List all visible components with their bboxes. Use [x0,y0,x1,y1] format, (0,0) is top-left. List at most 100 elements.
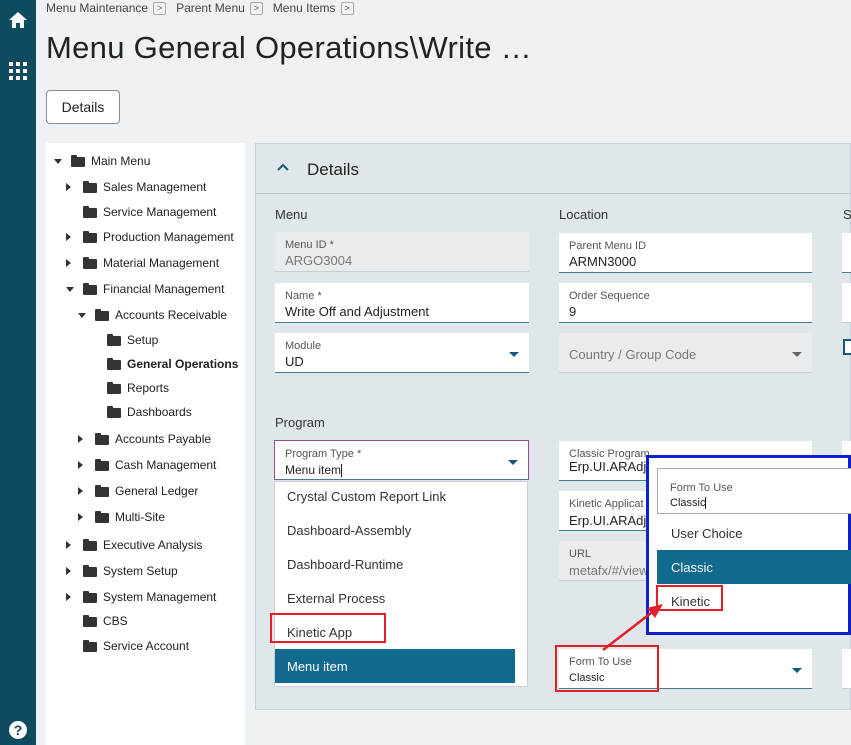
tree-item[interactable]: Multi-Site [46,509,245,525]
tree-item-label: System Management [103,590,217,604]
caret-right-icon[interactable] [66,259,71,267]
tree-item-label: Multi-Site [115,510,166,524]
program-type-option[interactable]: Dashboard-Runtime [275,547,515,581]
partial-field [842,233,851,273]
program-type-option[interactable]: Menu item [275,649,515,683]
section-menu: Menu [275,207,308,222]
parent-menu-id-field[interactable]: Parent Menu ID ARMN3000 [559,233,812,273]
folder-icon [83,283,97,295]
program-type-option[interactable]: Crystal Custom Report Link [275,479,515,513]
folder-icon [83,231,97,243]
apps-grid-icon[interactable] [0,62,36,80]
folder-icon [83,615,97,627]
tree-item-label: Financial Management [103,282,225,296]
tree-item-label: Accounts Payable [115,432,212,446]
tree-item-label: General Operations [127,357,239,371]
caret-right-icon[interactable] [78,435,83,443]
caret-right-icon[interactable] [78,487,83,495]
tree-item[interactable]: System Setup [46,563,245,579]
tree-item[interactable]: Cash Management [46,457,245,473]
order-sequence-field[interactable]: Order Sequence 9 [559,283,812,323]
program-type-option[interactable]: External Process [275,581,515,615]
name-field[interactable]: Name * Write Off and Adjustment [275,283,529,323]
folder-icon [83,206,97,218]
tree-item-label: Service Account [103,639,190,653]
home-icon[interactable] [0,10,36,30]
chevron-up-icon[interactable] [277,163,289,171]
country-group-code-select[interactable]: Country / Group Code [559,333,812,373]
folder-icon [107,382,121,394]
breadcrumb-parent-menu[interactable]: Parent Menu > [176,1,273,15]
details-button[interactable]: Details [46,90,120,124]
caret-right-icon[interactable] [66,183,71,191]
breadcrumb: Menu Maintenance > Parent Menu > Menu Item… [46,0,364,16]
page-title: Menu General Operations\Write … [46,30,532,65]
tree-item[interactable]: Reports [46,380,245,396]
section-location: Location [559,207,609,222]
caret-down-icon[interactable] [54,159,62,164]
help-icon[interactable]: ? [0,720,36,740]
tree-item[interactable]: Setup [46,332,245,348]
caret-right-icon[interactable] [78,513,83,521]
breadcrumb-menu-maintenance[interactable]: Menu Maintenance > [46,1,176,15]
folder-icon [95,459,109,471]
tree-item[interactable]: Executive Analysis [46,537,245,553]
dropdown-arrow-icon[interactable] [509,352,519,357]
tree-item-label: CBS [103,614,128,628]
tree-item[interactable]: Financial Management [46,281,245,297]
tree-item[interactable]: System Management [46,589,245,605]
caret-right-icon[interactable] [78,461,83,469]
tree-item[interactable]: Sales Management [46,179,245,195]
tree-item-label: Executive Analysis [103,538,203,552]
option-classic[interactable]: Classic [657,550,851,584]
tree-item-label: Main Menu [91,154,151,168]
form-to-use-input[interactable]: Form To Use Classic [657,468,851,514]
tree-item-label: General Ledger [115,484,199,498]
tree-item[interactable]: Accounts Receivable [46,307,245,323]
tree-item[interactable]: Main Menu [46,153,245,169]
tree-item[interactable]: General Operations [46,356,245,372]
section-program: Program [275,415,325,430]
module-select[interactable]: Module UD [275,333,529,373]
caret-down-icon[interactable] [66,287,74,292]
caret-down-icon[interactable] [78,313,86,318]
tree-item-label: Setup [127,333,159,347]
chevron-right-icon: > [249,1,263,15]
program-type-option[interactable]: Dashboard-Assembly [275,513,515,547]
caret-right-icon[interactable] [66,593,71,601]
dropdown-arrow-icon[interactable] [792,352,802,357]
tree-item-label: Production Management [103,230,234,244]
folder-icon [107,334,121,346]
folder-icon [95,485,109,497]
folder-icon [83,257,97,269]
caret-right-icon[interactable] [66,233,71,241]
folder-icon [95,511,109,523]
tree-item[interactable]: General Ledger [46,483,245,499]
red-arrow-annotation [602,604,663,651]
tree-item[interactable]: Service Management [46,204,245,220]
caret-right-icon[interactable] [66,567,71,575]
details-panel-header[interactable]: Details [256,144,851,194]
svg-text:?: ? [14,722,23,738]
menu-tree: Main Menu Sales Management Service Managem… [46,143,245,745]
tree-item[interactable]: Service Account [46,638,245,654]
caret-right-icon[interactable] [66,541,71,549]
tree-item[interactable]: CBS [46,613,245,629]
partial-checkbox[interactable] [843,339,851,355]
dropdown-arrow-icon[interactable] [508,460,518,465]
tree-item[interactable]: Material Management [46,255,245,271]
option-user-choice[interactable]: User Choice [657,516,851,550]
program-type-listbox: Crystal Custom Report Link Dashboard-Asse… [274,481,528,687]
folder-icon [83,565,97,577]
folder-icon [83,640,97,652]
program-type-select[interactable]: Program Type * Menu item [274,440,529,480]
tree-item[interactable]: Dashboards [46,404,245,420]
tree-item[interactable]: Production Management [46,229,245,245]
breadcrumb-menu-items[interactable]: Menu Items > [273,1,364,15]
folder-icon [107,358,121,370]
tree-item-label: System Setup [103,564,178,578]
tree-item[interactable]: Accounts Payable [46,431,245,447]
folder-icon [83,591,97,603]
dropdown-arrow-icon[interactable] [792,668,802,673]
folder-icon [95,433,109,445]
